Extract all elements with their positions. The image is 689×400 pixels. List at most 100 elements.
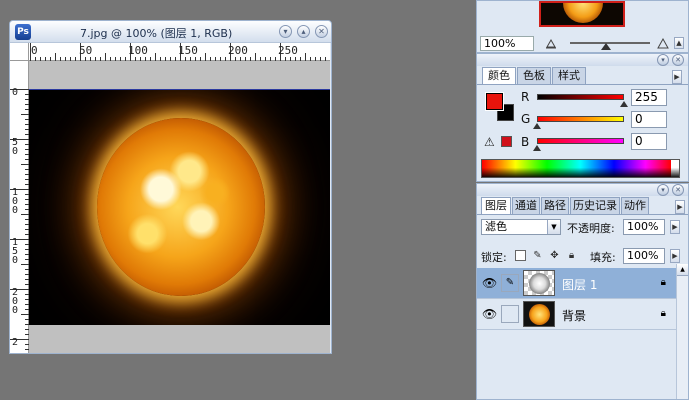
gamut-warning-swatch[interactable] [501,136,512,147]
opacity-arrow[interactable]: ▶ [670,220,680,234]
document-title: 7.jpg @ 100% (图层 1, RGB) [80,27,233,40]
tabs-divider [477,84,688,85]
navigator-panel: 100% ▲ [476,0,689,53]
ruler-label: 100 [128,44,148,57]
blue-channel-slider[interactable] [537,138,624,144]
tabs-divider [477,214,688,215]
photoshop-icon: Ps [15,24,31,40]
document-window[interactable]: Ps 7.jpg @ 100% (图层 1, RGB) ▾ ▴ ✕ 0 50 1… [9,20,332,354]
blue-value-field[interactable]: 0 [631,133,667,150]
panel-close-icon[interactable]: ✕ [672,184,684,196]
green-channel-label: G [521,112,531,126]
ruler-label: 1 5 0 [11,237,19,266]
color-panel: ▾ ✕ 颜色 色板 样式 ▶ R 255 G 0 ⚠ B 0 [476,53,689,182]
navigator-thumbnail[interactable] [539,1,625,27]
canvas-area[interactable] [29,61,330,353]
lock-all-icon[interactable]: 🔒︎ [566,250,577,261]
navigator-scroll-arrow[interactable]: ▲ [674,37,684,49]
eye-icon[interactable]: 👁︎ [482,308,497,320]
document-title-bar[interactable]: Ps 7.jpg @ 100% (图层 1, RGB) ▾ ▴ ✕ [10,21,331,43]
color-panel-tabs: 颜色 色板 样式 [482,67,587,84]
green-channel-slider[interactable] [537,116,624,122]
ruler-label: 50 [79,44,93,57]
lock-icon: 🔒︎ [660,308,666,319]
ruler-label: 2 0 0 [11,287,19,316]
vertical-ruler[interactable]: 0 5 0 1 0 0 1 5 0 2 0 0 2 [10,61,29,353]
minimize-button[interactable]: ▾ [279,25,292,38]
layer-row[interactable]: 👁︎ 背景 🔒︎ [477,299,676,330]
ruler-label: 1 0 0 [11,187,19,216]
link-cell[interactable] [501,305,519,323]
ruler-label: 5 0 [11,137,19,157]
lock-transparency-icon[interactable] [515,250,526,261]
tab-layers[interactable]: 图层 [481,197,511,214]
horizontal-ruler[interactable]: 0 50 100 150 200 250 [29,43,330,61]
layer-name[interactable]: 背景 [562,307,586,324]
chevron-down-icon[interactable]: ▼ [547,220,560,234]
collapse-icon[interactable]: ▾ [657,184,669,196]
red-value-field[interactable]: 255 [631,89,667,106]
tab-actions[interactable]: 动作 [621,197,649,214]
image-canvas[interactable] [29,89,330,325]
maximize-button[interactable]: ▴ [297,25,310,38]
blend-mode-value: 滤色 [485,220,507,233]
scroll-up-icon[interactable]: ▲ [677,264,688,276]
layer-row[interactable]: 👁︎ ✎ 图层 1 🔒︎ [477,268,676,299]
red-channel-slider[interactable] [537,94,624,100]
ruler-label: 2 [11,337,19,348]
panel-close-icon[interactable]: ✕ [672,54,684,66]
close-button[interactable]: ✕ [315,25,328,38]
lock-label: 锁定: [481,251,507,264]
layer-thumbnail-content [529,273,550,294]
fill-arrow[interactable]: ▶ [670,249,680,263]
lock-icon: 🔒︎ [660,277,666,288]
opacity-field[interactable]: 100% [623,219,665,235]
layers-panel: ▾ ✕ 图层 通道 路径 历史记录 动作 ▶ 滤色 ▼ 不透明度: 100% ▶… [476,183,689,400]
green-value-field[interactable]: 0 [631,111,667,128]
green-slider-knob[interactable] [533,123,541,129]
ruler-label: 200 [228,44,248,57]
layers-panel-tabs: 图层 通道 路径 历史记录 动作 [481,197,650,214]
fireball-image [97,118,265,296]
ruler-label: 0 [11,87,19,98]
layer-thumbnail [523,301,555,327]
layer-thumbnail-content [529,304,550,325]
tab-swatches[interactable]: 色板 [517,67,551,84]
tab-color[interactable]: 颜色 [482,67,516,84]
color-spectrum-bar[interactable] [481,159,680,178]
eye-icon[interactable]: 👁︎ [482,277,497,289]
warning-icon[interactable]: ⚠ [484,135,495,149]
ruler-label: 250 [278,44,298,57]
ruler-label: 150 [178,44,198,57]
zoom-field[interactable]: 100% [480,36,534,51]
blue-channel-label: B [521,135,530,149]
opacity-label: 不透明度: [567,222,615,235]
zoom-slider-knob[interactable] [601,43,611,50]
collapse-icon[interactable]: ▾ [657,54,669,66]
layers-panel-menu-arrow[interactable]: ▶ [675,200,685,214]
layer-name[interactable]: 图层 1 [562,276,597,293]
red-slider-knob[interactable] [620,101,628,107]
lock-move-icon[interactable]: ✥ [549,250,560,261]
fill-field[interactable]: 100% [623,248,665,264]
zoom-out-icon[interactable] [545,38,557,49]
tab-history[interactable]: 历史记录 [570,197,620,214]
ruler-origin[interactable] [10,43,29,61]
ruler-label: 0 [31,44,38,57]
lock-brush-icon[interactable]: ✎ [532,250,543,261]
tab-styles[interactable]: 样式 [552,67,586,84]
layer-options: 滤色 ▼ 不透明度: 100% ▶ 锁定: ✎ ✥ 🔒︎ 填充: 100% ▶ [477,216,688,266]
brush-icon[interactable]: ✎ [501,274,519,292]
foreground-color-swatch[interactable] [485,92,504,111]
blend-mode-select[interactable]: 滤色 ▼ [481,219,561,235]
layer-thumbnail [523,270,555,296]
tab-channels[interactable]: 通道 [512,197,540,214]
layers-scrollbar[interactable]: ▲ [676,264,688,399]
blue-slider-knob[interactable] [533,145,541,151]
color-panel-menu-arrow[interactable]: ▶ [672,70,682,84]
tab-paths[interactable]: 路径 [541,197,569,214]
red-channel-label: R [521,90,530,104]
zoom-in-icon[interactable] [657,38,669,49]
navigator-preview [563,3,603,23]
fill-label: 填充: [590,251,616,264]
